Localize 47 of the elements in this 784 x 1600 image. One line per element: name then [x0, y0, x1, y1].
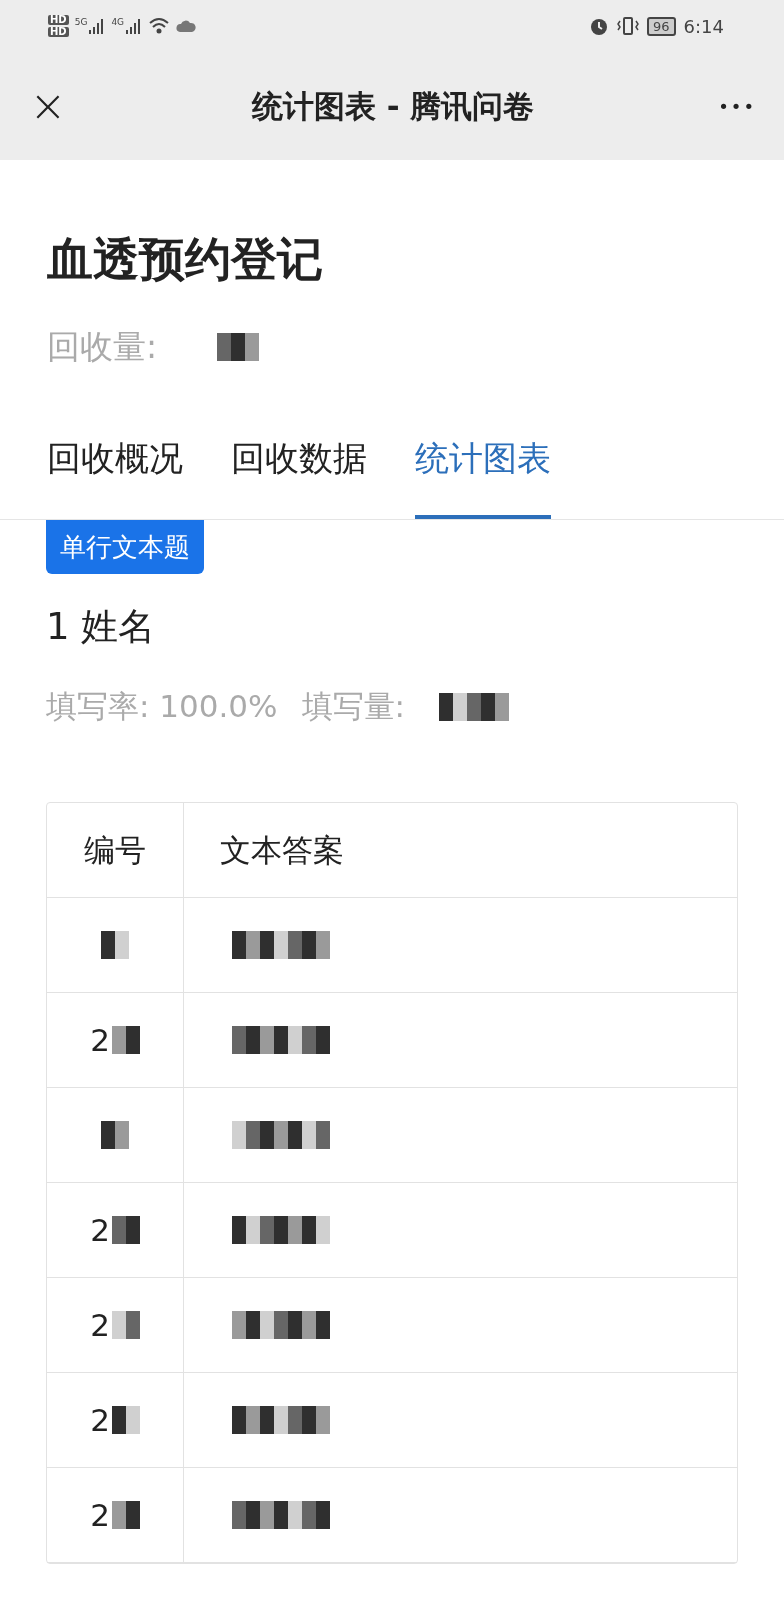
sim-label: HD: [48, 15, 69, 25]
mosaic-redaction-icon: [232, 1026, 330, 1054]
signal-icon: [89, 18, 106, 34]
row-number: 2: [90, 1400, 110, 1440]
signal-icon: [126, 18, 143, 34]
mosaic-redaction-icon: [111, 1406, 140, 1434]
tab[interactable]: 回收概况: [47, 433, 183, 519]
mosaic-redaction-icon: [111, 1311, 140, 1339]
row-number: 2: [90, 1305, 110, 1345]
mosaic-redaction-icon: [232, 1216, 330, 1244]
row-number: 2: [90, 1020, 110, 1060]
close-button[interactable]: ×: [28, 84, 68, 128]
mosaic-redaction-icon: [232, 1121, 330, 1149]
column-header: 编号: [47, 803, 184, 897]
question-type-tag: 单行文本题: [46, 520, 204, 574]
column-header: 文本答案: [219, 830, 345, 870]
mosaic-redaction-icon: [232, 1406, 330, 1434]
mosaic-redaction-icon: [101, 931, 129, 959]
row-number: 2: [90, 1495, 110, 1535]
mosaic-redaction-icon: [232, 1311, 330, 1339]
mosaic-redaction-icon: [101, 1121, 129, 1149]
mosaic-redaction-icon: [111, 1026, 140, 1054]
mosaic-redaction-icon: [438, 692, 509, 721]
survey-title: 血透预约登记: [47, 236, 324, 282]
row-number: 2: [90, 1210, 110, 1250]
count-label: 回收量:: [47, 330, 158, 363]
mosaic-redaction-icon: [217, 332, 260, 361]
more-button[interactable]: •••: [718, 92, 756, 120]
mosaic-redaction-icon: [111, 1216, 140, 1244]
page-title: 统计图表 - 腾讯问卷: [251, 86, 535, 126]
question-title: 1 姓名: [46, 608, 157, 645]
wifi-icon: [148, 17, 171, 35]
sim-label: HD: [48, 27, 69, 37]
time: 6:14: [683, 14, 724, 39]
alarm-icon: [589, 16, 610, 36]
tab[interactable]: 统计图表: [415, 433, 551, 519]
tab[interactable]: 回收数据: [231, 433, 367, 519]
battery-level: 96: [647, 16, 676, 36]
vibrate-icon: [617, 16, 640, 36]
cloud-icon: [176, 20, 197, 32]
mosaic-redaction-icon: [232, 931, 330, 959]
mosaic-redaction-icon: [111, 1501, 140, 1529]
network-label: 5G: [74, 18, 88, 27]
mosaic-redaction-icon: [232, 1501, 330, 1529]
network-label: 4G: [111, 18, 125, 27]
fill-rate: 填写率: 100.0%: [46, 691, 278, 722]
fill-count-label: 填写量:: [301, 691, 405, 722]
